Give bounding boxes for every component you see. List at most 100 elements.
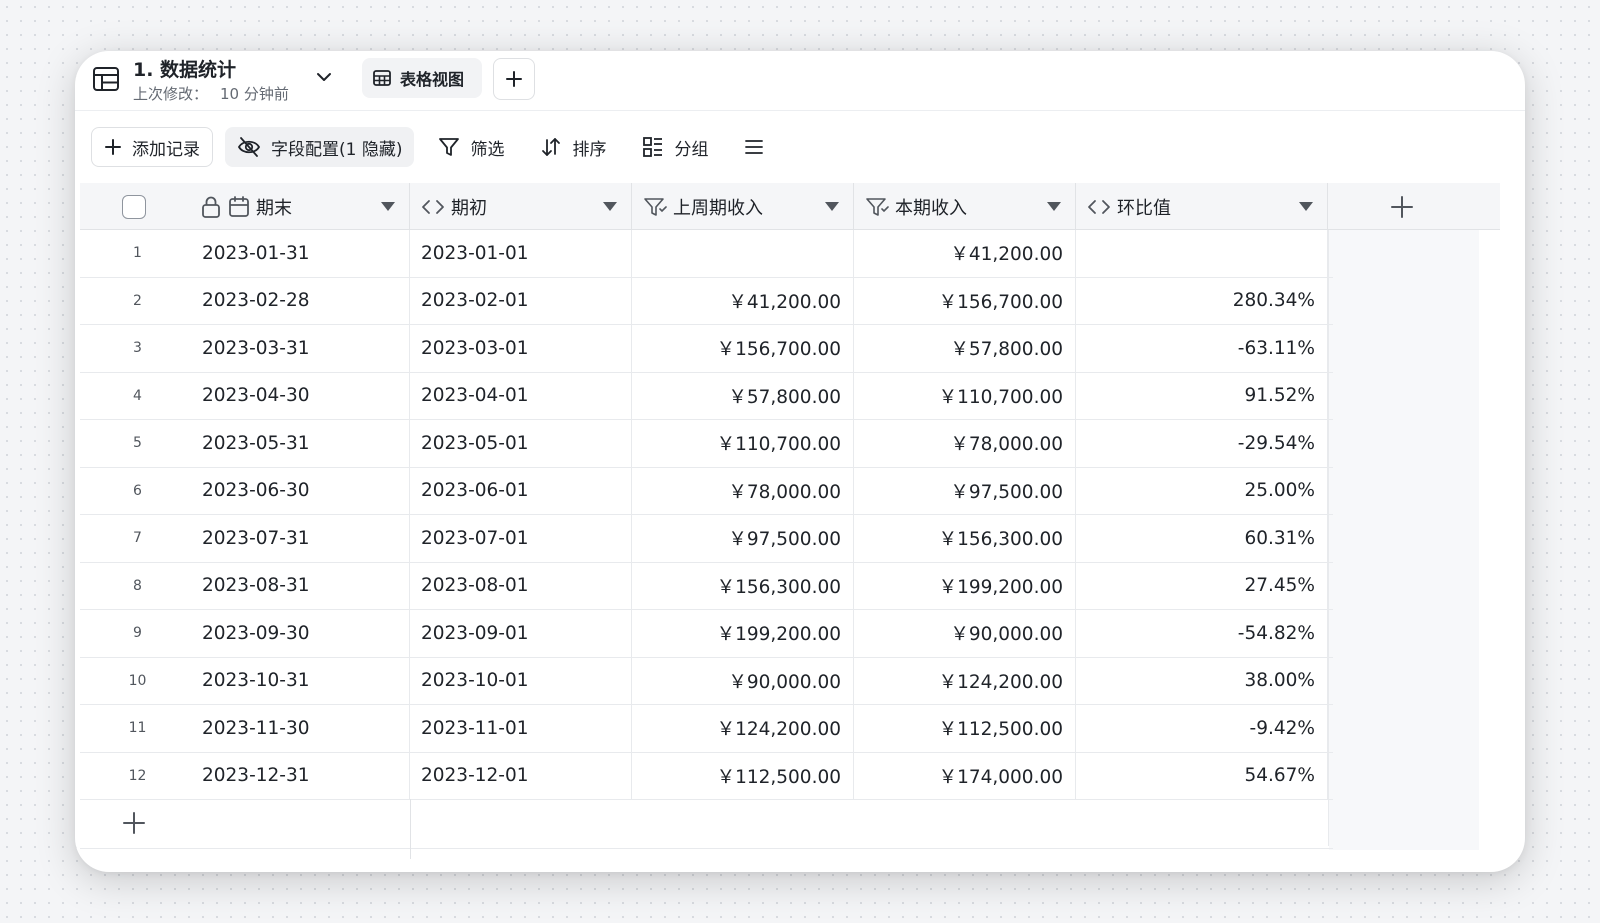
add-row[interactable] xyxy=(80,799,1333,849)
cell-period-start[interactable]: 2023-12-01 xyxy=(410,752,632,799)
table-row[interactable]: 8 2023-08-31 2023-08-01 ￥156,300.00 ￥199,200… xyxy=(80,562,1333,610)
cell-mom-ratio[interactable]: -9.42% xyxy=(1076,705,1328,752)
cell-period-end[interactable]: 2023-10-31 xyxy=(195,657,410,704)
cell-current-income[interactable]: ￥156,300.00 xyxy=(854,515,1076,562)
more-menu-button[interactable] xyxy=(732,127,776,167)
table-row[interactable]: 12 2023-12-31 2023-12-01 ￥112,500.00 ￥174,00… xyxy=(80,752,1333,800)
cell-period-start[interactable]: 2023-11-01 xyxy=(410,705,632,752)
cell-prev-income[interactable]: ￥199,200.00 xyxy=(632,610,854,657)
cell-prev-income[interactable]: ￥112,500.00 xyxy=(632,752,854,799)
cell-mom-ratio[interactable]: 60.31% xyxy=(1076,515,1328,562)
cell-current-income[interactable]: ￥199,200.00 xyxy=(854,562,1076,609)
caret-down-icon[interactable] xyxy=(825,202,839,211)
cell-period-end[interactable]: 2023-04-30 xyxy=(195,372,410,419)
chevron-down-icon[interactable] xyxy=(313,66,335,88)
column-header-prev-income[interactable]: 上周期收入 xyxy=(632,183,854,230)
cell-period-end[interactable]: 2023-05-31 xyxy=(195,420,410,467)
cell-prev-income[interactable]: ￥90,000.00 xyxy=(632,657,854,704)
cell-period-start[interactable]: 2023-06-01 xyxy=(410,467,632,514)
tab-grid-view[interactable]: 表格视图 xyxy=(362,58,482,98)
cell-mom-ratio[interactable] xyxy=(1076,230,1328,277)
add-record-button[interactable]: 添加记录 xyxy=(91,127,213,167)
cell-period-start[interactable]: 2023-08-01 xyxy=(410,562,632,609)
sort-button[interactable]: 排序 xyxy=(528,127,618,167)
toolbar: 添加记录 字段配置(1 隐藏) 筛选 排序 分组 xyxy=(91,127,788,167)
cell-period-start[interactable]: 2023-03-01 xyxy=(410,325,632,372)
cell-period-end[interactable]: 2023-08-31 xyxy=(195,562,410,609)
table-row[interactable]: 6 2023-06-30 2023-06-01 ￥78,000.00 ￥97,500.0… xyxy=(80,467,1333,515)
caret-down-icon[interactable] xyxy=(381,202,395,211)
cell-prev-income[interactable]: ￥57,800.00 xyxy=(632,372,854,419)
add-view-button[interactable] xyxy=(493,58,535,100)
cell-current-income[interactable]: ￥57,800.00 xyxy=(854,325,1076,372)
cell-period-end[interactable]: 2023-09-30 xyxy=(195,610,410,657)
cell-mom-ratio[interactable]: 91.52% xyxy=(1076,372,1328,419)
column-divider xyxy=(410,799,411,859)
table-row[interactable]: 9 2023-09-30 2023-09-01 ￥199,200.00 ￥90,000.… xyxy=(80,610,1333,658)
cell-period-end[interactable]: 2023-03-31 xyxy=(195,325,410,372)
cell-mom-ratio[interactable]: 280.34% xyxy=(1076,277,1328,324)
cell-mom-ratio[interactable]: -54.82% xyxy=(1076,610,1328,657)
cell-prev-income[interactable] xyxy=(632,230,854,277)
cell-mom-ratio[interactable]: -63.11% xyxy=(1076,325,1328,372)
add-column-icon[interactable] xyxy=(1388,193,1416,221)
plus-icon[interactable] xyxy=(121,810,147,836)
column-header-current-income[interactable]: 本期收入 xyxy=(854,183,1076,230)
column-header-period-end[interactable]: 期末 xyxy=(195,183,410,230)
cell-period-end[interactable]: 2023-12-31 xyxy=(195,752,410,799)
filter-button[interactable]: 筛选 xyxy=(426,127,516,167)
row-number: 1 xyxy=(133,245,142,262)
row-number: 9 xyxy=(133,625,142,642)
select-all-checkbox[interactable] xyxy=(122,195,146,219)
cell-current-income[interactable]: ￥78,000.00 xyxy=(854,420,1076,467)
cell-mom-ratio[interactable]: 38.00% xyxy=(1076,657,1328,704)
cell-mom-ratio[interactable]: 27.45% xyxy=(1076,562,1328,609)
cell-period-start[interactable]: 2023-09-01 xyxy=(410,610,632,657)
cell-period-start[interactable]: 2023-01-01 xyxy=(410,230,632,277)
cell-current-income[interactable]: ￥112,500.00 xyxy=(854,705,1076,752)
caret-down-icon[interactable] xyxy=(1047,202,1061,211)
cell-period-end[interactable]: 2023-01-31 xyxy=(195,230,410,277)
cell-period-end[interactable]: 2023-11-30 xyxy=(195,705,410,752)
cell-period-start[interactable]: 2023-10-01 xyxy=(410,657,632,704)
field-config-button[interactable]: 字段配置(1 隐藏) xyxy=(225,127,415,167)
cell-current-income[interactable]: ￥156,700.00 xyxy=(854,277,1076,324)
caret-down-icon[interactable] xyxy=(603,202,617,211)
cell-current-income[interactable]: ￥110,700.00 xyxy=(854,372,1076,419)
cell-prev-income[interactable]: ￥156,700.00 xyxy=(632,325,854,372)
table-row[interactable]: 5 2023-05-31 2023-05-01 ￥110,700.00 ￥78,000.… xyxy=(80,420,1333,468)
cell-prev-income[interactable]: ￥97,500.00 xyxy=(632,515,854,562)
cell-period-start[interactable]: 2023-04-01 xyxy=(410,372,632,419)
cell-current-income[interactable]: ￥41,200.00 xyxy=(854,230,1076,277)
table-row[interactable]: 2 2023-02-28 2023-02-01 ￥41,200.00 ￥156,700.… xyxy=(80,277,1333,325)
table-row[interactable]: 10 2023-10-31 2023-10-01 ￥90,000.00 ￥124,200… xyxy=(80,657,1333,705)
table-row[interactable]: 1 2023-01-31 2023-01-01 ￥41,200.00 xyxy=(80,230,1333,278)
cell-prev-income[interactable]: ￥156,300.00 xyxy=(632,562,854,609)
column-header-period-start[interactable]: 期初 xyxy=(410,183,632,230)
cell-current-income[interactable]: ￥174,000.00 xyxy=(854,752,1076,799)
cell-current-income[interactable]: ￥124,200.00 xyxy=(854,657,1076,704)
cell-period-end[interactable]: 2023-07-31 xyxy=(195,515,410,562)
table-row[interactable]: 7 2023-07-31 2023-07-01 ￥97,500.00 ￥156,300.… xyxy=(80,515,1333,563)
table-row[interactable]: 3 2023-03-31 2023-03-01 ￥156,700.00 ￥57,800.… xyxy=(80,325,1333,373)
table-row[interactable]: 4 2023-04-30 2023-04-01 ￥57,800.00 ￥110,700.… xyxy=(80,372,1333,420)
cell-current-income[interactable]: ￥97,500.00 xyxy=(854,467,1076,514)
cell-period-start[interactable]: 2023-02-01 xyxy=(410,277,632,324)
cell-mom-ratio[interactable]: -29.54% xyxy=(1076,420,1328,467)
cell-current-income[interactable]: ￥90,000.00 xyxy=(854,610,1076,657)
group-button[interactable]: 分组 xyxy=(630,127,720,167)
cell-prev-income[interactable]: ￥41,200.00 xyxy=(632,277,854,324)
cell-mom-ratio[interactable]: 25.00% xyxy=(1076,467,1328,514)
table-row[interactable]: 11 2023-11-30 2023-11-01 ￥124,200.00 ￥112,50… xyxy=(80,705,1333,753)
cell-period-end[interactable]: 2023-02-28 xyxy=(195,277,410,324)
cell-prev-income[interactable]: ￥110,700.00 xyxy=(632,420,854,467)
cell-mom-ratio[interactable]: 54.67% xyxy=(1076,752,1328,799)
cell-period-start[interactable]: 2023-07-01 xyxy=(410,515,632,562)
cell-prev-income[interactable]: ￥124,200.00 xyxy=(632,705,854,752)
cell-period-end[interactable]: 2023-06-30 xyxy=(195,467,410,514)
caret-down-icon[interactable] xyxy=(1299,202,1313,211)
column-divider xyxy=(1328,230,1329,846)
column-header-mom-ratio[interactable]: 环比值 xyxy=(1076,183,1328,230)
cell-period-start[interactable]: 2023-05-01 xyxy=(410,420,632,467)
cell-prev-income[interactable]: ￥78,000.00 xyxy=(632,467,854,514)
